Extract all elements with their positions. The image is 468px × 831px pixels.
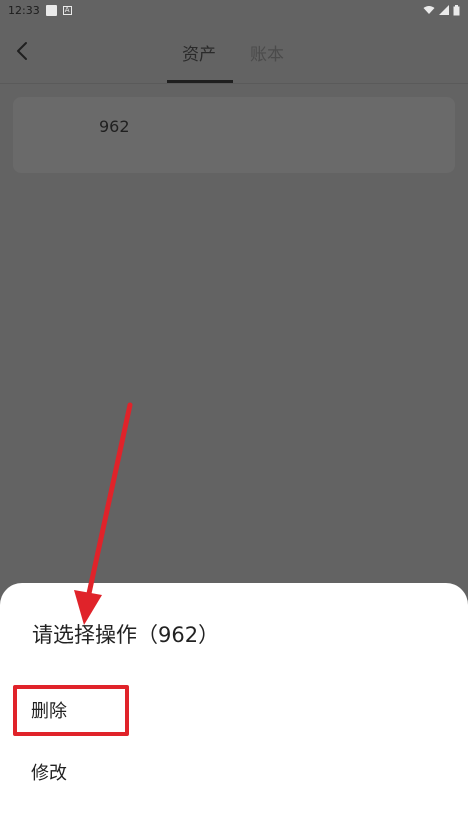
status-time: 12:33 bbox=[8, 3, 40, 17]
back-arrow-icon[interactable] bbox=[12, 40, 34, 62]
active-tab-indicator bbox=[167, 80, 233, 83]
wifi-icon bbox=[423, 6, 435, 14]
battery-icon bbox=[453, 4, 460, 15]
square-notification-icon bbox=[45, 4, 57, 16]
asset-value: 962 bbox=[99, 117, 130, 136]
annotation-highlight-box bbox=[13, 685, 129, 736]
edit-option[interactable]: 修改 bbox=[31, 759, 67, 785]
tab-ledger[interactable]: 账本 bbox=[250, 40, 284, 65]
status-right bbox=[423, 4, 460, 16]
status-left: 12:33 A bbox=[8, 4, 72, 17]
asset-card[interactable]: 962 bbox=[13, 97, 455, 173]
status-bar: 12:33 A bbox=[0, 0, 468, 20]
a-notification-icon: A bbox=[62, 5, 72, 15]
app-bar: 资产 账本 bbox=[0, 20, 468, 84]
tab-assets[interactable]: 资产 bbox=[182, 40, 216, 65]
sheet-title: 请选择操作（962） bbox=[32, 623, 220, 647]
signal-icon bbox=[439, 5, 449, 15]
